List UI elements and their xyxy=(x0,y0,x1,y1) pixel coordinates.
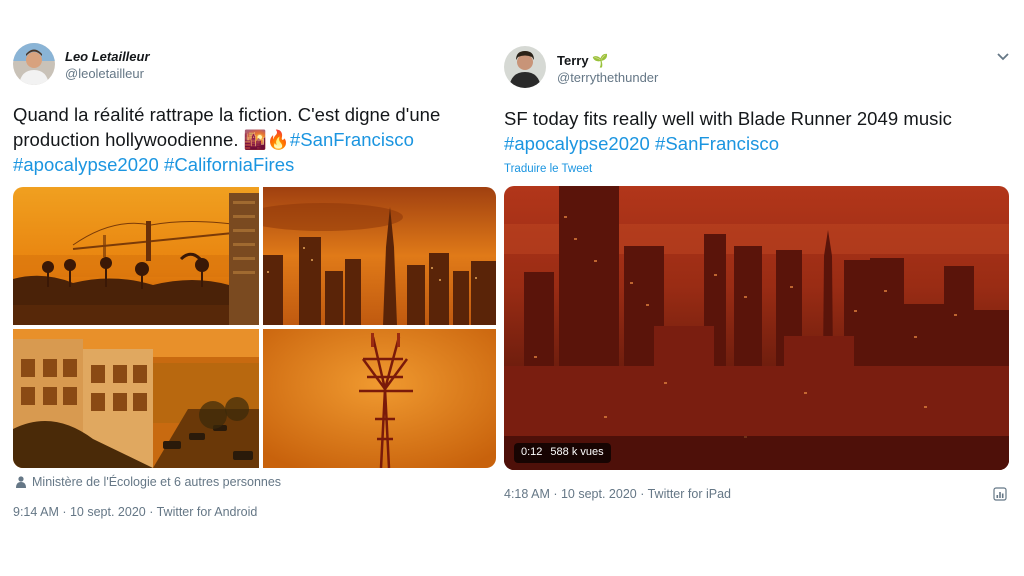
author-name-label: Terry xyxy=(557,53,589,68)
tweet-text-line3: #apocalypse2020 #CaliforniaFires xyxy=(13,152,493,177)
video-duration: 0:12 xyxy=(521,446,543,458)
emoji-city-fire: 🌇🔥 xyxy=(243,129,290,150)
video-views: 588 k vues xyxy=(550,446,604,458)
person-tag-icon xyxy=(16,476,26,488)
hashtag-link[interactable]: #apocalypse2020 xyxy=(504,133,650,154)
author-handle[interactable]: @leoletailleur xyxy=(65,66,144,81)
tweet-text-line1: Quand la réalité rattrape la fiction. C'… xyxy=(13,104,441,125)
tweet-text-line2: #apocalypse2020 #SanFrancisco xyxy=(504,131,1014,156)
sprout-emoji: 🌱 xyxy=(592,53,609,68)
video-player[interactable]: 0:12 588 k vues xyxy=(504,186,1009,470)
chevron-down-icon[interactable] xyxy=(996,52,1010,62)
photo-golden-gate[interactable] xyxy=(13,187,259,325)
photo-street-houses[interactable] xyxy=(13,329,259,468)
hashtag-link[interactable]: #apocalypse2020 xyxy=(13,154,159,175)
tweet-text: SF today fits really well with Blade Run… xyxy=(504,106,1014,156)
avatar[interactable] xyxy=(504,46,546,88)
tweet-timestamp[interactable]: 4:18 AM · 10 sept. 2020 · Twitter for iP… xyxy=(504,487,731,501)
tweet-timestamp[interactable]: 9:14 AM · 10 sept. 2020 · Twitter for An… xyxy=(13,505,257,519)
tagged-people[interactable]: Ministère de l'Écologie et 6 autres pers… xyxy=(16,475,281,489)
photo-transamerica-skyline[interactable] xyxy=(263,187,496,325)
tweet-text: Quand la réalité rattrape la fiction. C'… xyxy=(13,102,493,177)
tweet-card-leoletailleur: Leo Letailleur @leoletailleur Quand la r… xyxy=(0,0,500,576)
author-handle[interactable]: @terrythethunder xyxy=(557,70,658,85)
photo-sutro-tower[interactable] xyxy=(263,329,496,468)
hashtag-link[interactable]: #SanFrancisco xyxy=(655,133,779,154)
tweet-text-line1: SF today fits really well with Blade Run… xyxy=(504,108,952,129)
hashtag-link[interactable]: #SanFrancisco xyxy=(290,129,414,150)
analytics-icon[interactable] xyxy=(993,487,1007,501)
tweet-text-line2: production hollywoodienne. 🌇🔥#SanFrancis… xyxy=(13,127,493,152)
hashtag-link[interactable]: #CaliforniaFires xyxy=(164,154,294,175)
author-name[interactable]: Terry 🌱 xyxy=(557,53,608,69)
tweet-text-line2-prefix: production hollywoodienne. xyxy=(13,129,239,150)
tagged-people-label: Ministère de l'Écologie et 6 autres pers… xyxy=(32,475,282,489)
photo-grid xyxy=(13,187,496,468)
author-name[interactable]: Leo Letailleur xyxy=(65,49,150,64)
avatar[interactable] xyxy=(13,43,55,85)
translate-tweet-link[interactable]: Traduire le Tweet xyxy=(504,163,592,175)
video-badge: 0:12 588 k vues xyxy=(514,443,611,463)
